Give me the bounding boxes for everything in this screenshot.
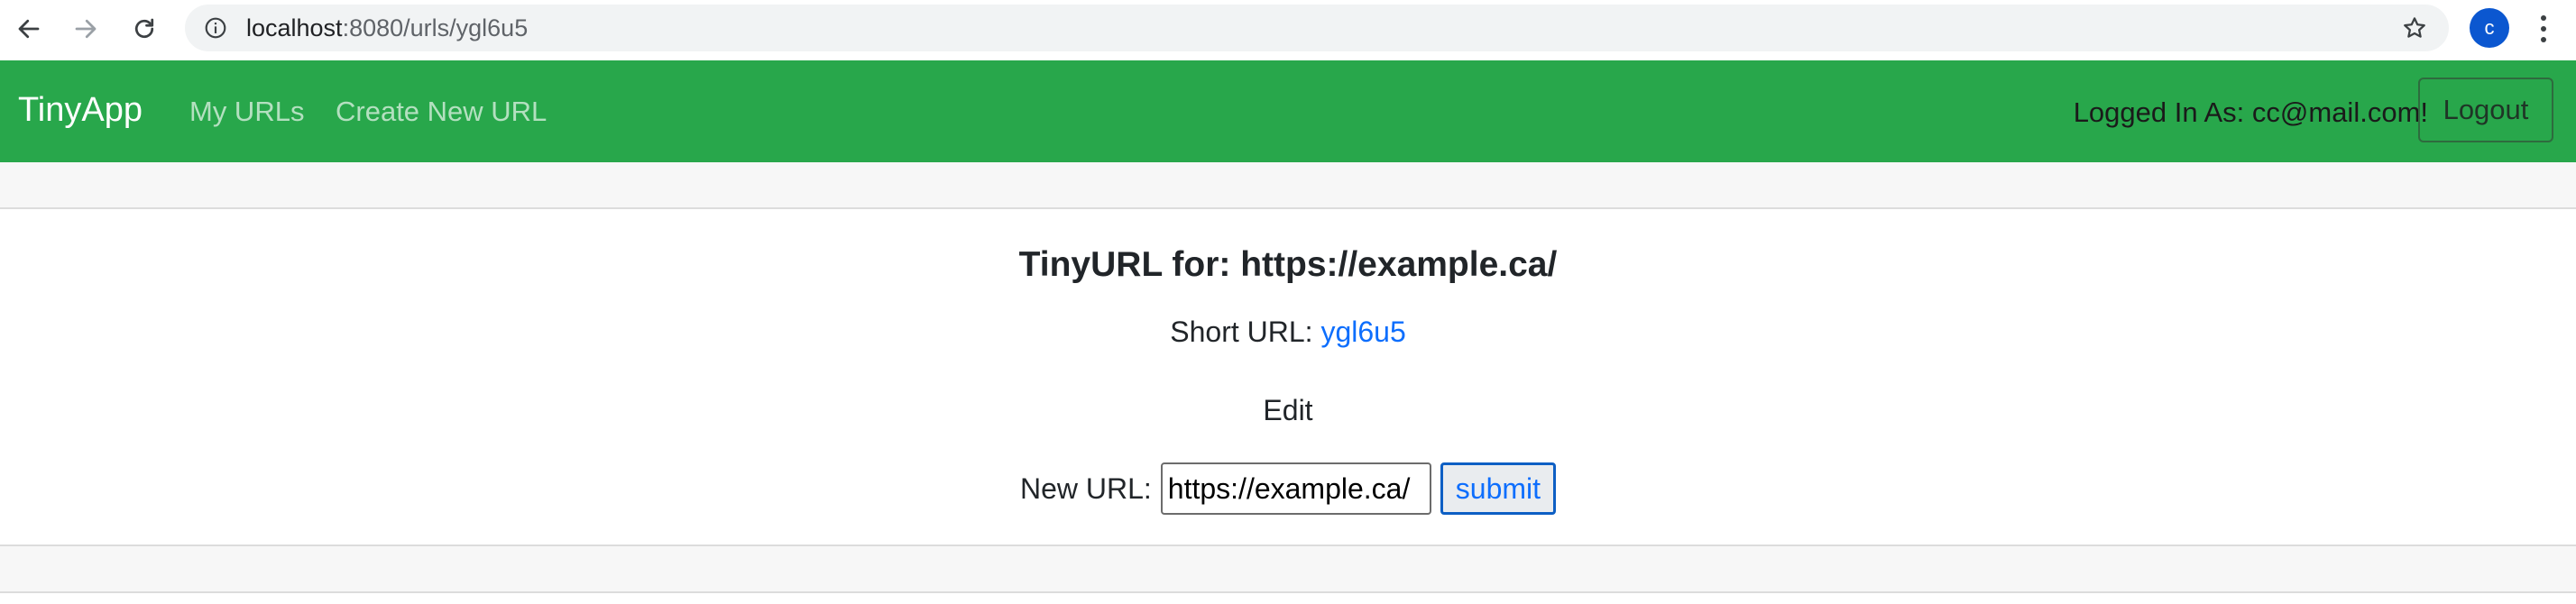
new-url-label: New URL:	[1019, 471, 1152, 505]
url-host: localhost	[246, 14, 343, 41]
profile-avatar[interactable]: c	[2470, 8, 2509, 48]
nav-link-my-urls[interactable]: My URLs	[189, 96, 304, 128]
info-icon[interactable]	[203, 15, 228, 41]
kebab-menu-icon[interactable]	[2533, 11, 2554, 47]
forward-arrow-icon[interactable]	[66, 9, 106, 49]
short-url-link[interactable]: ygl6u5	[1320, 316, 1405, 348]
card-header	[0, 162, 2576, 209]
url-detail-card: TinyURL for: https://example.ca/ Short U…	[0, 209, 2576, 545]
submit-button[interactable]: submit	[1440, 462, 1557, 515]
url-path: :8080/urls/ygl6u5	[342, 14, 529, 41]
new-url-input[interactable]	[1160, 462, 1431, 515]
nav-link-create-new-url[interactable]: Create New URL	[336, 96, 547, 128]
brand-logo[interactable]: TinyApp	[18, 91, 143, 130]
short-url-line: Short URL: ygl6u5	[0, 316, 2576, 349]
browser-toolbar: localhost:8080/urls/ygl6u5 c	[0, 0, 2576, 60]
logout-button[interactable]: Logout	[2418, 78, 2553, 142]
card-footer	[0, 545, 2576, 593]
logged-in-status: Logged In As: cc@mail.com!	[2073, 96, 2428, 128]
back-arrow-icon[interactable]	[9, 9, 49, 49]
short-url-label: Short URL:	[1170, 316, 1321, 348]
address-url[interactable]: localhost:8080/urls/ygl6u5	[246, 14, 528, 42]
app-navbar: TinyApp My URLs Create New URL Logged In…	[0, 60, 2576, 162]
edit-url-form: New URL: submit	[0, 462, 2576, 516]
address-bar[interactable]: localhost:8080/urls/ygl6u5	[185, 5, 2449, 51]
edit-heading: Edit	[1263, 394, 1313, 426]
reload-icon[interactable]	[124, 9, 164, 49]
star-icon[interactable]	[2400, 14, 2429, 42]
page-title: TinyURL for: https://example.ca/	[1018, 245, 1558, 284]
